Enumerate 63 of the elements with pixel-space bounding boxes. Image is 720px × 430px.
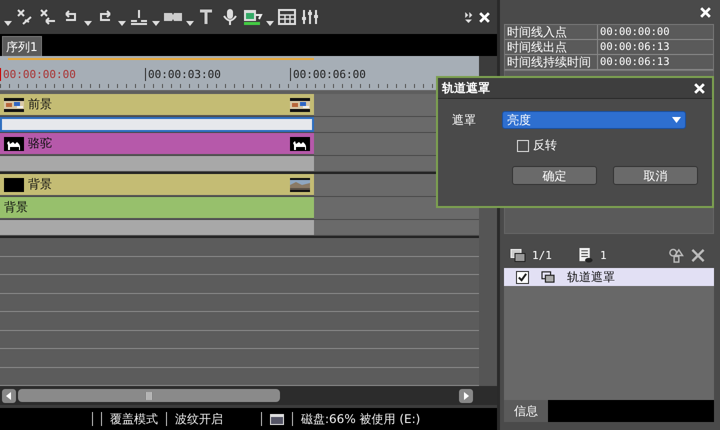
grid-icon[interactable] [277,7,297,27]
overwrite-mode-status[interactable]: 覆盖模式 [110,410,158,428]
more-icon[interactable] [462,10,475,24]
clip[interactable]: 背景 [0,197,314,219]
ok-button[interactable]: 确定 [512,166,597,185]
layers-icon[interactable] [510,248,526,262]
filter-list-icon[interactable] [578,248,594,262]
dialog-title: 轨道遮罩 [442,80,490,96]
clip-label: 前景 [28,96,52,113]
cancel-button[interactable]: 取消 [613,166,698,185]
close-icon[interactable] [699,6,712,18]
clip-label: 背景 [4,199,28,216]
delete-icon[interactable] [690,248,706,262]
scroll-thumb[interactable] [18,389,280,402]
table-cell: 时间线入点 [505,25,598,39]
close-icon[interactable] [693,82,706,94]
tick-marks[interactable]: 00:00:00:00 00:00:03:00 00:00:06:00 [0,66,434,88]
table-cell-text: 00:00:00:00 [599,25,671,39]
ripple-status[interactable]: 波纹开启 [175,410,253,428]
sequence-tab[interactable]: 序列1 [2,36,42,56]
window-icon[interactable] [270,414,284,424]
caret-icon[interactable] [186,20,194,26]
clip[interactable]: 背景 [0,174,314,196]
filter-count: 1 [600,248,608,262]
camel-icon [290,136,310,150]
clip-label: 骆驼 [28,135,52,152]
caret-icon[interactable] [152,20,160,26]
layer-count: 1/1 [532,248,553,262]
caret-icon [672,117,681,123]
render-icon[interactable] [243,7,263,27]
split-icon[interactable] [129,7,149,27]
disk-usage-status: 磁盘:66% 被使用 (E:) [301,410,420,428]
timecode-label: 00:00:00:00 [0,68,76,81]
mask-strip[interactable] [0,117,314,132]
timecode-label: 00:00:06:00 [290,68,366,81]
shapes-icon[interactable] [668,248,684,262]
table-cell: 时间线持续时间 [505,55,598,69]
effect-item[interactable]: 轨道遮罩 [504,268,714,286]
invert-checkbox[interactable]: 反转 [517,137,577,154]
ripple-delete-icon[interactable] [38,7,58,27]
clip[interactable]: 骆驼 [0,133,314,155]
camel-icon [4,136,24,150]
mixer-icon[interactable] [300,7,320,27]
caret-icon[interactable] [4,20,12,26]
field-label: 遮罩 [452,112,476,128]
close-icon[interactable] [478,10,491,24]
clip[interactable]: 前景 [0,94,314,116]
table-cell-text: 00:00:06:13 [599,55,671,69]
checkbox[interactable] [516,270,529,284]
scroll-right-icon[interactable] [459,388,473,402]
panel-tab[interactable]: 信息 [504,400,548,422]
caret-icon[interactable] [84,20,92,26]
effect-label: 轨道遮罩 [567,268,615,286]
table-cell: 时间线出点 [505,40,598,54]
table-cell-text: 00:00:06:13 [599,40,671,54]
layers-icon [541,271,555,283]
caret-icon[interactable] [266,20,274,26]
empty-thumbnail [4,178,24,192]
clip-label: 背景 [28,176,52,193]
timecode-label: 00:00:03:00 [145,68,221,81]
caret-icon[interactable] [118,20,126,26]
scroll-left-icon[interactable] [2,388,16,402]
mask-dropdown[interactable]: 亮度 [502,111,686,129]
